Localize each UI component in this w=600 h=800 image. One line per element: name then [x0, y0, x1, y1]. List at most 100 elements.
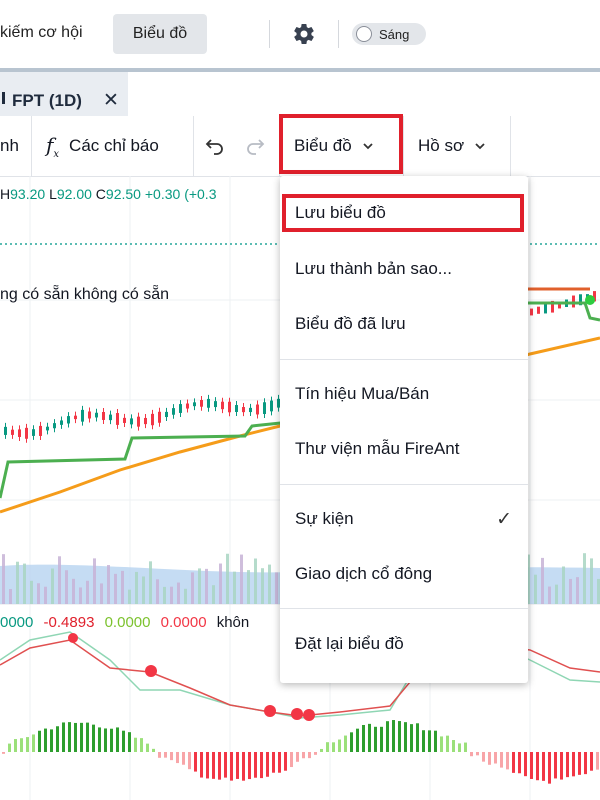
close-icon[interactable]: ✕ — [103, 89, 119, 112]
candle — [39, 425, 42, 436]
theme-toggle[interactable]: Sáng — [352, 23, 426, 45]
gear-icon[interactable] — [292, 22, 316, 46]
macd-status: khôn — [216, 614, 250, 631]
volume-bar — [121, 570, 124, 604]
histogram-bar — [530, 752, 533, 779]
menu-item-shareholder-trades[interactable]: Giao dịch cổ đông — [280, 551, 528, 597]
histogram-bar — [380, 726, 383, 752]
candle — [144, 417, 147, 425]
menu-item-label: Sự kiện — [295, 509, 354, 528]
histogram-bar — [182, 752, 185, 765]
histogram-bar — [158, 752, 161, 758]
sma-green-line-right — [528, 301, 600, 322]
candle — [200, 399, 203, 407]
volume-bar — [233, 571, 236, 604]
volume-bar — [219, 563, 222, 604]
indicators-button[interactable]: fx Các chỉ báo — [46, 116, 159, 176]
volume-bar — [548, 586, 551, 604]
volume-bar — [107, 565, 110, 604]
histogram-bar — [440, 736, 443, 752]
candle — [537, 306, 540, 314]
histogram-bar — [218, 752, 221, 780]
volume-bar — [16, 561, 19, 604]
histogram-bar — [416, 723, 419, 752]
histogram-bar — [254, 752, 257, 778]
macd-legend: 0000 -0.4893 0.0000 0.0000 khôn — [0, 614, 249, 631]
volume-bar — [212, 585, 215, 604]
volume-bar — [135, 571, 138, 604]
legend-low: 92.00 — [56, 186, 92, 202]
menu-item-reset-chart[interactable]: Đặt lại biểu đồ — [280, 621, 528, 667]
candle — [46, 426, 49, 431]
histogram-bar — [200, 752, 203, 778]
histogram-bar — [506, 752, 509, 770]
profile-menu-label: Hồ sơ — [418, 136, 465, 155]
candle — [25, 427, 28, 439]
histogram-bar — [242, 752, 245, 781]
histogram-bar — [482, 752, 485, 762]
candle — [207, 398, 210, 408]
legend-close: 92.50 — [105, 186, 141, 202]
histogram-bar — [398, 721, 401, 752]
menu-item-label: Giao dịch cổ đông — [295, 564, 433, 583]
histogram-bar — [452, 740, 455, 752]
signal-dot — [585, 295, 595, 305]
menu-item-label: Đặt lại biểu đồ — [295, 634, 404, 653]
histogram-bar — [56, 726, 59, 752]
volume-bar — [261, 568, 264, 604]
histogram-bar — [260, 752, 263, 779]
volume-bar — [254, 558, 257, 604]
redo-icon[interactable] — [244, 136, 266, 156]
candle — [60, 420, 63, 425]
profile-menu-button[interactable]: Hồ sơ — [418, 116, 486, 176]
volume-bar — [149, 561, 152, 604]
menu-item-saved-charts[interactable]: Biểu đồ đã lưu — [280, 301, 528, 347]
histogram-bar — [488, 752, 491, 765]
candle — [130, 418, 133, 425]
histogram-bar — [458, 743, 461, 752]
undo-icon[interactable] — [204, 136, 226, 156]
histogram-bar — [320, 748, 323, 752]
histogram-bar — [44, 728, 47, 752]
candle — [214, 401, 217, 408]
candle — [186, 403, 189, 409]
menu-item-buy-sell-signals[interactable]: Tín hiệu Mua/Bán — [280, 371, 528, 417]
histogram-bar — [230, 752, 233, 781]
menu-item-template-library[interactable]: Thư viện mẫu FireAnt — [280, 426, 528, 472]
histogram-bar — [104, 728, 107, 752]
candle — [53, 423, 56, 429]
menu-divider — [280, 359, 528, 360]
nav-chart-button[interactable]: Biểu đồ — [113, 14, 207, 54]
histogram-bar — [266, 752, 269, 777]
histogram-bar — [80, 722, 83, 752]
tab-fpt[interactable]: FPT (1D) ✕ — [0, 72, 128, 116]
histogram-bar — [50, 729, 53, 752]
function-icon: fx — [46, 132, 60, 160]
histogram-bar — [428, 730, 431, 752]
menu-item-save-copy[interactable]: Lưu thành bản sao... — [280, 246, 528, 292]
interval-button[interactable]: nh — [0, 116, 19, 176]
nav-link-opportunities[interactable]: kiếm cơ hội — [0, 24, 83, 42]
highlight-chart-menu — [279, 114, 403, 174]
menu-item-label: Thư viện mẫu FireAnt — [295, 439, 460, 458]
menu-item-events[interactable]: Sự kiện ✓ — [280, 496, 528, 542]
volume-bar — [58, 556, 61, 604]
candle — [256, 404, 259, 415]
histogram-bar — [68, 722, 71, 752]
histogram-bar — [344, 735, 347, 752]
volume-bar — [23, 563, 26, 604]
divider — [403, 116, 404, 176]
candle — [137, 416, 140, 427]
histogram-bar — [356, 728, 359, 752]
histogram-bar — [14, 739, 17, 752]
cross-dot — [291, 708, 303, 720]
histogram-bar — [392, 720, 395, 752]
histogram-bar — [500, 752, 503, 768]
candle — [95, 412, 98, 418]
macd-extra-value: 0.0000 — [160, 614, 207, 631]
volume-bar — [72, 578, 75, 604]
volume-bar — [100, 583, 103, 604]
macd-hist-value: 0.0000 — [104, 614, 151, 631]
histogram-bar — [164, 752, 167, 758]
histogram-bar — [302, 752, 305, 759]
